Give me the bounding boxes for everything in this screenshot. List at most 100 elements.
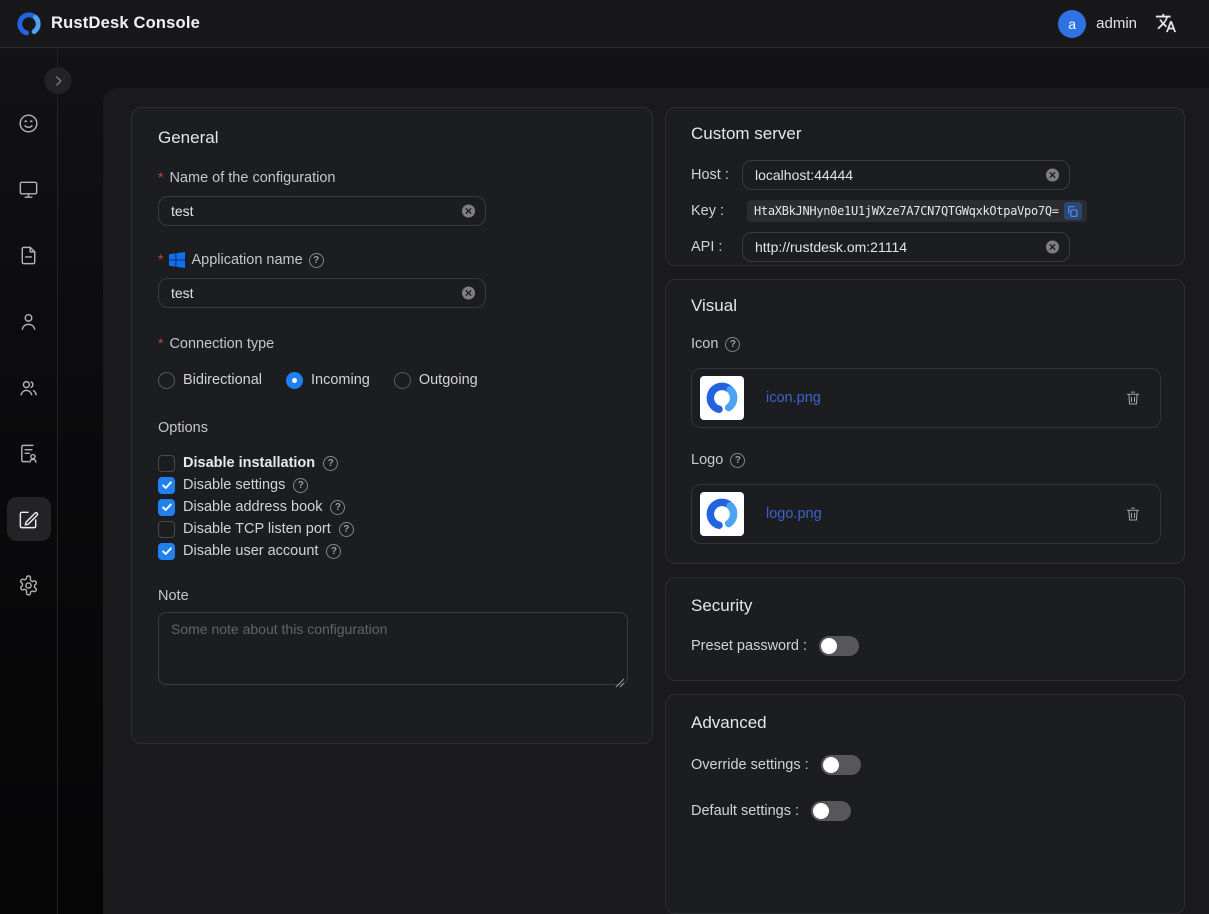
checkbox-icon[interactable] <box>158 521 175 538</box>
checkbox-disable-installation[interactable]: Disable installation ? <box>158 452 626 474</box>
sidebar-item-audit[interactable] <box>7 233 51 277</box>
general-card: General * Name of the configuration * Ap… <box>131 107 653 744</box>
custom-server-title: Custom server <box>691 124 1159 144</box>
help-icon[interactable]: ? <box>326 544 341 559</box>
security-card: Security Preset password : <box>665 577 1185 681</box>
checkbox-icon-checked[interactable] <box>158 477 175 494</box>
connection-type-label: * Connection type <box>158 334 626 354</box>
override-settings-row: Override settings : <box>691 751 1159 779</box>
icon-thumbnail <box>700 376 744 420</box>
icon-file-link[interactable]: icon.png <box>766 390 821 406</box>
user-icon <box>17 310 40 333</box>
logo-upload-row: logo.png <box>691 484 1161 544</box>
checkbox-icon[interactable] <box>158 455 175 472</box>
sidebar-item-custom-clients[interactable] <box>7 497 51 541</box>
sidebar-item-address-books[interactable] <box>7 431 51 475</box>
required-asterisk: * <box>158 172 163 182</box>
checkbox-disable-tcp-listen-port[interactable]: Disable TCP listen port ? <box>158 518 626 540</box>
radio-icon-selected[interactable] <box>286 372 303 389</box>
sidebar-expand-button[interactable] <box>45 67 72 94</box>
users-icon <box>17 376 40 399</box>
host-input[interactable] <box>743 161 1069 189</box>
api-row: API : <box>691 232 1159 262</box>
help-icon[interactable]: ? <box>330 500 345 515</box>
clear-icon[interactable] <box>1045 168 1060 183</box>
api-label: API : <box>691 239 742 255</box>
sidebar-item-overview[interactable] <box>7 101 51 145</box>
sidebar-item-settings[interactable] <box>7 563 51 607</box>
document-user-icon <box>17 442 40 465</box>
icon-upload-row: icon.png <box>691 368 1161 428</box>
app-name-label: * Application name ? <box>158 250 626 270</box>
gear-icon <box>17 574 40 597</box>
radio-bidirectional[interactable]: Bidirectional <box>158 372 262 389</box>
checkbox-disable-settings[interactable]: Disable settings ? <box>158 474 626 496</box>
content-surface: General * Name of the configuration * Ap… <box>103 88 1209 914</box>
general-title: General <box>158 128 626 148</box>
checkbox-disable-address-book[interactable]: Disable address book ? <box>158 496 626 518</box>
visual-card: Visual Icon ? icon.png <box>665 279 1185 564</box>
windows-icon <box>169 252 185 268</box>
help-icon[interactable]: ? <box>293 478 308 493</box>
edit-icon <box>17 508 40 531</box>
clear-icon[interactable] <box>1045 240 1060 255</box>
default-settings-toggle[interactable] <box>811 801 851 821</box>
user-menu[interactable]: a admin <box>1058 10 1137 38</box>
copy-icon[interactable] <box>1064 202 1082 220</box>
radio-outgoing[interactable]: Outgoing <box>394 372 478 389</box>
advanced-title: Advanced <box>691 713 1159 733</box>
default-settings-label: Default settings : <box>691 803 799 819</box>
preset-password-toggle[interactable] <box>819 636 859 656</box>
api-field <box>742 232 1070 262</box>
avatar[interactable]: a <box>1058 10 1086 38</box>
radio-icon[interactable] <box>158 372 175 389</box>
help-icon[interactable]: ? <box>730 453 745 468</box>
clear-icon[interactable] <box>461 286 476 301</box>
radio-icon[interactable] <box>394 372 411 389</box>
trash-icon[interactable] <box>1124 388 1142 408</box>
key-value: HtaXBkJNHyn0e1U1jWXze7A7CN7QTGWqxkOtpaVp… <box>754 204 1059 218</box>
required-asterisk: * <box>158 254 163 264</box>
rustdesk-logo-icon <box>16 11 42 37</box>
preset-password-label: Preset password : <box>691 638 807 654</box>
host-field <box>742 160 1070 190</box>
sidebar-item-devices[interactable] <box>7 167 51 211</box>
sidebar-item-groups[interactable] <box>7 365 51 409</box>
radio-incoming[interactable]: Incoming <box>286 372 370 389</box>
security-title: Security <box>691 596 1159 616</box>
config-name-input[interactable] <box>159 197 485 225</box>
note-textarea[interactable] <box>158 612 628 685</box>
options-label: Options <box>158 420 626 436</box>
logo-thumbnail <box>700 492 744 536</box>
visual-title: Visual <box>691 296 1159 316</box>
override-settings-toggle[interactable] <box>821 755 861 775</box>
key-value-chip: HtaXBkJNHyn0e1U1jWXze7A7CN7QTGWqxkOtpaVp… <box>747 200 1087 222</box>
checkbox-icon-checked[interactable] <box>158 499 175 516</box>
api-input[interactable] <box>743 233 1069 261</box>
icon-label: Icon ? <box>691 334 1159 354</box>
advanced-card: Advanced Override settings : Default set… <box>665 694 1185 914</box>
username: admin <box>1096 15 1137 32</box>
checkbox-icon-checked[interactable] <box>158 543 175 560</box>
help-icon[interactable]: ? <box>725 337 740 352</box>
rustdesk-logo-icon <box>704 380 740 416</box>
trash-icon[interactable] <box>1124 504 1142 524</box>
help-icon[interactable]: ? <box>323 456 338 471</box>
logo-file-link[interactable]: logo.png <box>766 506 822 522</box>
translate-icon[interactable] <box>1155 12 1179 36</box>
help-icon[interactable]: ? <box>309 253 324 268</box>
host-label: Host : <box>691 167 742 183</box>
sidebar-item-users[interactable] <box>7 299 51 343</box>
app-name-input[interactable] <box>159 279 485 307</box>
document-icon <box>17 244 40 267</box>
note-label: Note <box>158 588 626 604</box>
preset-password-row: Preset password : <box>691 632 1159 660</box>
smiley-icon <box>17 112 40 135</box>
help-icon[interactable]: ? <box>339 522 354 537</box>
brand: RustDesk Console <box>16 11 200 37</box>
app-name-field <box>158 278 486 308</box>
chevron-right-icon <box>51 74 65 88</box>
logo-label: Logo ? <box>691 450 1159 470</box>
clear-icon[interactable] <box>461 204 476 219</box>
checkbox-disable-user-account[interactable]: Disable user account ? <box>158 540 626 562</box>
